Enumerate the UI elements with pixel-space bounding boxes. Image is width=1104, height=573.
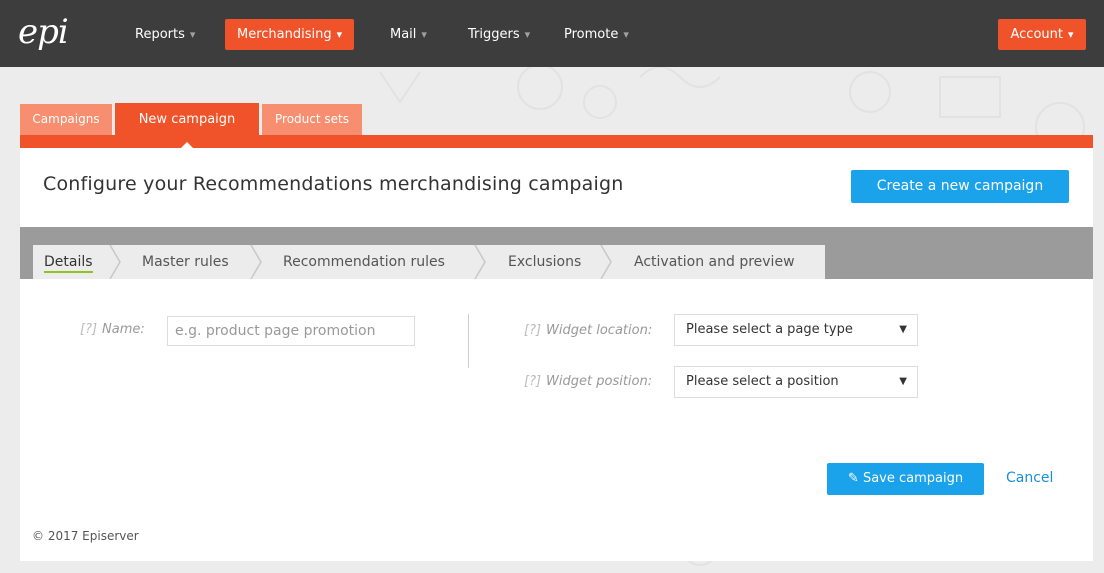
chevron-down-icon: ▾ [623,28,629,41]
dropdown-arrow-icon: ▼ [899,324,907,335]
dropdown-arrow-icon: ▼ [899,376,907,387]
nav-merchandising[interactable]: Merchandising ▾ [225,19,355,50]
form-divider [468,314,469,368]
campaign-card: Configure your Recommendations merchandi… [20,148,1093,561]
episerver-logo[interactable]: epi [18,14,69,50]
save-campaign-button[interactable]: ✎ Save campaign [827,463,984,495]
chevron-right-icon [250,245,262,279]
account-label: Account [1010,27,1063,42]
chevron-down-icon: ▾ [336,28,343,41]
step-recommendation-rules[interactable]: Recommendation rules [283,245,445,279]
nav-promote[interactable]: Promote ▾ [552,19,641,50]
create-new-campaign-button[interactable]: Create a new campaign [851,170,1069,203]
help-icon[interactable]: [?] [80,322,97,337]
campaign-name-input[interactable]: e.g. product page promotion [167,316,415,346]
tab-new-campaign[interactable]: New campaign [115,103,259,135]
widget-location-label: [?] Widget location: [524,323,652,338]
edit-icon: ✎ [847,471,859,486]
nav-triggers-label: Triggers [468,27,520,42]
chevron-right-icon [600,245,612,279]
active-step-underline [44,271,93,273]
save-campaign-label: Save campaign [862,471,964,486]
nav-reports-label: Reports [135,27,185,42]
account-button[interactable]: Account ▾ [998,19,1086,50]
nav-mail[interactable]: Mail ▾ [378,19,439,50]
cancel-link[interactable]: Cancel [1006,470,1053,486]
copyright-text: © 2017 Episerver [32,529,139,543]
widget-position-label-text: Widget position: [546,374,653,389]
step-master-rules[interactable]: Master rules [142,245,229,279]
nav-mail-label: Mail [390,27,417,42]
nav-triggers[interactable]: Triggers ▾ [456,19,542,50]
widget-position-select[interactable]: Please select a position ▼ [674,366,918,398]
help-icon[interactable]: [?] [524,374,541,389]
chevron-down-icon: ▾ [1067,28,1074,41]
nav-reports[interactable]: Reports ▾ [123,19,207,50]
step-activation-and-preview[interactable]: Activation and preview [634,245,795,279]
wizard-steps: Details Master rules Recommendation rule… [33,245,825,279]
name-label: [?] Name: [80,322,145,337]
widget-position-label: [?] Widget position: [524,374,652,389]
wizard-steps-band: Details Master rules Recommendation rule… [20,227,1093,279]
chevron-down-icon: ▾ [421,28,427,41]
chevron-down-icon: ▾ [524,28,531,41]
tab-campaigns[interactable]: Campaigns [20,104,112,135]
nav-merchandising-label: Merchandising [237,27,332,42]
help-icon[interactable]: [?] [524,323,541,338]
page-title: Configure your Recommendations merchandi… [43,173,624,195]
widget-position-value: Please select a position [686,374,839,389]
top-navbar: epi Reports ▾ Merchandising ▾ Mail ▾ Trigge… [0,0,1104,67]
tab-product-sets[interactable]: Product sets [262,104,362,135]
chevron-right-icon [474,245,486,279]
step-details[interactable]: Details [44,245,93,279]
chevron-right-icon [109,245,121,279]
name-label-text: Name: [102,322,145,337]
step-details-label: Details [44,254,93,270]
nav-promote-label: Promote [564,27,619,42]
widget-location-label-text: Widget location: [546,323,653,338]
step-exclusions[interactable]: Exclusions [508,245,581,279]
widget-location-select[interactable]: Please select a page type ▼ [674,314,918,346]
chevron-down-icon: ▾ [189,28,196,41]
widget-location-value: Please select a page type [686,322,853,337]
